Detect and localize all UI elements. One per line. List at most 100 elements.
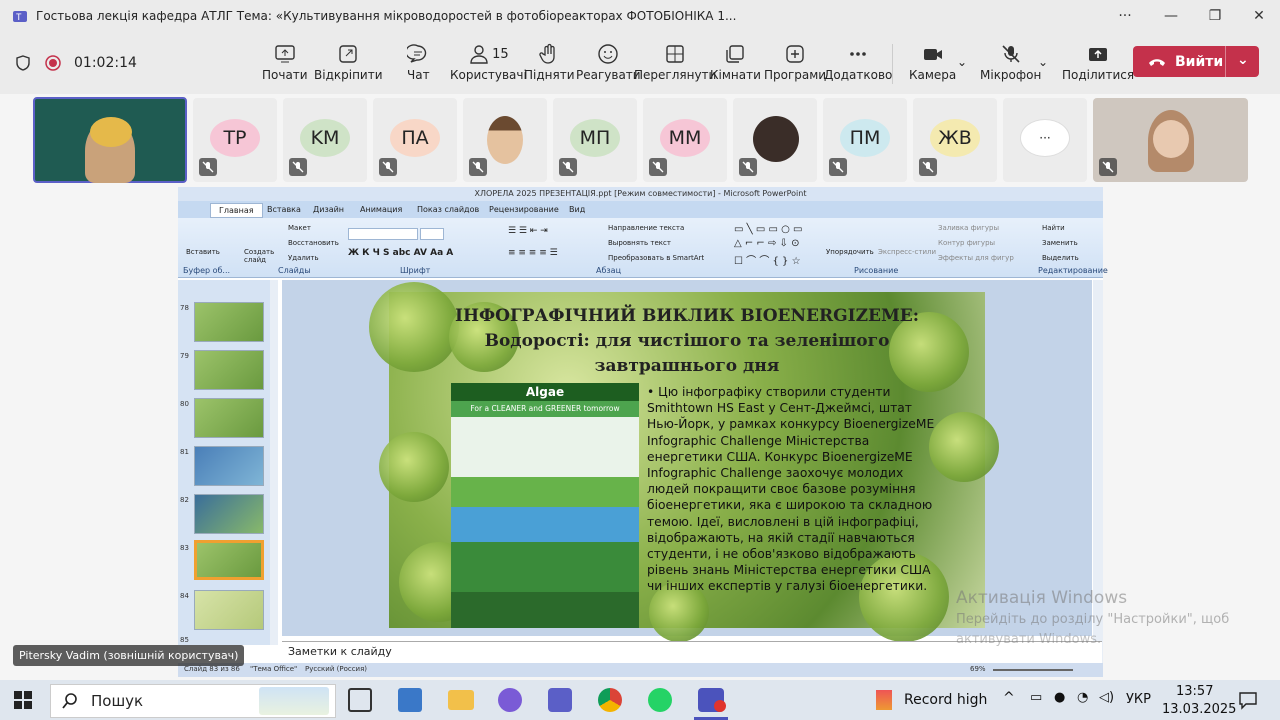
clock-time[interactable]: 13:57 [1176,684,1213,699]
start-button[interactable]: Почати [262,40,308,82]
zoom-slider[interactable] [993,669,1073,671]
tab-view[interactable]: Вид [569,205,585,214]
new-slide-button[interactable]: Создать слайд [244,248,278,264]
people-button[interactable]: 15 Користувачі [450,40,527,82]
smartart-button[interactable]: Преобразовать в SmartArt [608,254,704,262]
raise-hand-button[interactable]: Підняти [524,40,575,82]
paste-button[interactable]: Вставить [186,248,220,256]
windows-start-icon[interactable] [14,691,32,709]
battery-icon[interactable]: ▭ [1030,690,1042,705]
react-button[interactable]: Реагувати [576,40,641,82]
shield-icon[interactable] [14,54,32,72]
quick-styles-button[interactable]: Экспресс-стили [878,248,936,256]
font-size-select[interactable] [420,228,444,240]
ppt-status-bar: Слайд 83 из 86 "Тема Office" Русский (Ро… [178,663,1103,677]
camera-options-chevron-icon[interactable]: ⌄ [957,55,967,69]
group-clipboard: Буфер об... [183,266,231,275]
maximize-button[interactable]: ❐ [1192,0,1238,32]
more-button[interactable]: Додатково [824,40,892,82]
tab-insert[interactable]: Вставка [267,205,301,214]
arrange-button[interactable]: Упорядочить [826,248,874,256]
chat-button[interactable]: Чат [407,40,430,82]
shape-fill-button[interactable]: Заливка фигуры [938,224,999,232]
mic-options-chevron-icon[interactable]: ⌄ [1038,55,1048,69]
font-format-icons[interactable]: Ж К Ч S abc AV Aa A [348,248,453,258]
speaker-video-tile[interactable] [33,97,187,183]
share-button[interactable]: Поділитися [1062,40,1134,82]
close-window-button[interactable]: ✕ [1236,0,1280,32]
more-participants-button[interactable]: ··· [1020,119,1070,157]
slide-thumbnail[interactable] [194,350,264,390]
shapes-gallery-row3[interactable]: ☐ ⌒ ⌒ { } ☆ [734,252,801,267]
leave-options-chevron-icon[interactable]: ⌄ [1237,52,1249,68]
shape-effects-button[interactable]: Эффекты для фигур [938,254,1014,262]
input-language[interactable]: УКР [1126,692,1151,707]
participant-tile-photo-2[interactable] [733,98,817,182]
unpin-button[interactable]: Відкріпити [314,40,383,82]
slide-thumbnail[interactable] [194,494,264,534]
chrome-icon[interactable] [598,688,622,712]
participant-tile-pm[interactable]: ПМ [823,98,907,182]
replace-button[interactable]: Заменить [1042,239,1078,247]
ppt-window-title: ХЛОРЕЛА 2025 ПРЕЗЕНТАЦІЯ.ppt [Режим совм… [474,189,807,198]
ppt-ribbon: Вставить Создать слайд Макет Восстановит… [178,218,1108,278]
leave-button[interactable]: Вийти ⌄ [1133,46,1259,77]
participant-tile-mp[interactable]: МП [553,98,637,182]
apps-button[interactable]: Програми [764,40,826,82]
minimize-button[interactable]: — [1148,0,1194,32]
tray-chevron-icon[interactable]: ^ [1003,690,1015,706]
participant-tile-km[interactable]: KM [283,98,367,182]
calculator-icon[interactable] [398,688,422,712]
select-button[interactable]: Выделить [1042,254,1079,262]
more-participants-tile[interactable]: ··· [1003,98,1087,182]
camera-button[interactable]: Камера [909,40,956,82]
tab-slideshow[interactable]: Показ слайдов [417,205,479,214]
align-text-button[interactable]: Выровнять текст [608,239,671,247]
tab-home[interactable]: Главная [210,203,263,218]
task-view-icon[interactable] [348,688,372,712]
notifications-icon[interactable] [1238,690,1258,710]
shape-outline-button[interactable]: Контур фигуры [938,239,995,247]
network-icon[interactable]: ◔ [1077,690,1088,705]
delete-slide-button[interactable]: Удалить [288,254,319,262]
align-icons[interactable]: ≡ ≡ ≡ ≡ ☰ [508,248,558,258]
slide-thumbnail[interactable] [194,446,264,486]
slide-thumbnail[interactable] [194,590,264,630]
shapes-gallery[interactable]: ▭ ╲ ▭ ▭ ○ ▭ [734,224,802,235]
find-button[interactable]: Найти [1042,224,1065,232]
participant-tile-zhv[interactable]: ЖВ [913,98,997,182]
tab-design[interactable]: Дизайн [313,205,344,214]
participant-tile-photo[interactable] [463,98,547,182]
slide-thumbnail-selected[interactable] [194,540,264,580]
volume-icon[interactable]: ◁) [1099,690,1114,705]
thumbnails-scrollbar[interactable] [270,280,278,645]
slide-thumbnail[interactable] [194,302,264,342]
mic-tray-icon[interactable]: ● [1054,690,1065,705]
font-name-select[interactable] [348,228,418,240]
text-direction-button[interactable]: Направление текста [608,224,684,232]
more-options-button[interactable]: ··· [1102,0,1148,32]
list-icons[interactable]: ☰ ☰ ⇤ ⇥ [508,226,548,236]
slide-thumbnail[interactable] [194,398,264,438]
tab-review[interactable]: Рецензирование [489,205,559,214]
layout-button[interactable]: Макет [288,224,311,232]
viber-icon[interactable] [498,688,522,712]
tab-animation[interactable]: Анимация [360,205,402,214]
microphone-button[interactable]: Мікрофон [980,40,1041,82]
whatsapp-icon[interactable] [648,688,672,712]
participant-tile-mm[interactable]: ММ [643,98,727,182]
avatar: KM [300,119,350,157]
view-button[interactable]: Переглянути [634,40,716,82]
share-icon [1089,48,1108,61]
self-video-tile[interactable] [1093,98,1248,182]
participant-tile-tp[interactable]: TP [193,98,277,182]
file-explorer-icon[interactable] [448,690,474,710]
shapes-gallery-row2[interactable]: △ ⌐ ⌐ ⇨ ⇩ ⊙ [734,238,799,249]
clock-date[interactable]: 13.03.2025 [1162,702,1236,717]
participant-tile-pa[interactable]: ПА [373,98,457,182]
reset-button[interactable]: Восстановить [288,239,339,247]
teams-icon[interactable] [548,688,572,712]
taskbar-search-box[interactable]: Пошук [50,684,336,718]
weather-text[interactable]: Record high [904,692,987,708]
rooms-button[interactable]: Кімнати [710,40,761,82]
